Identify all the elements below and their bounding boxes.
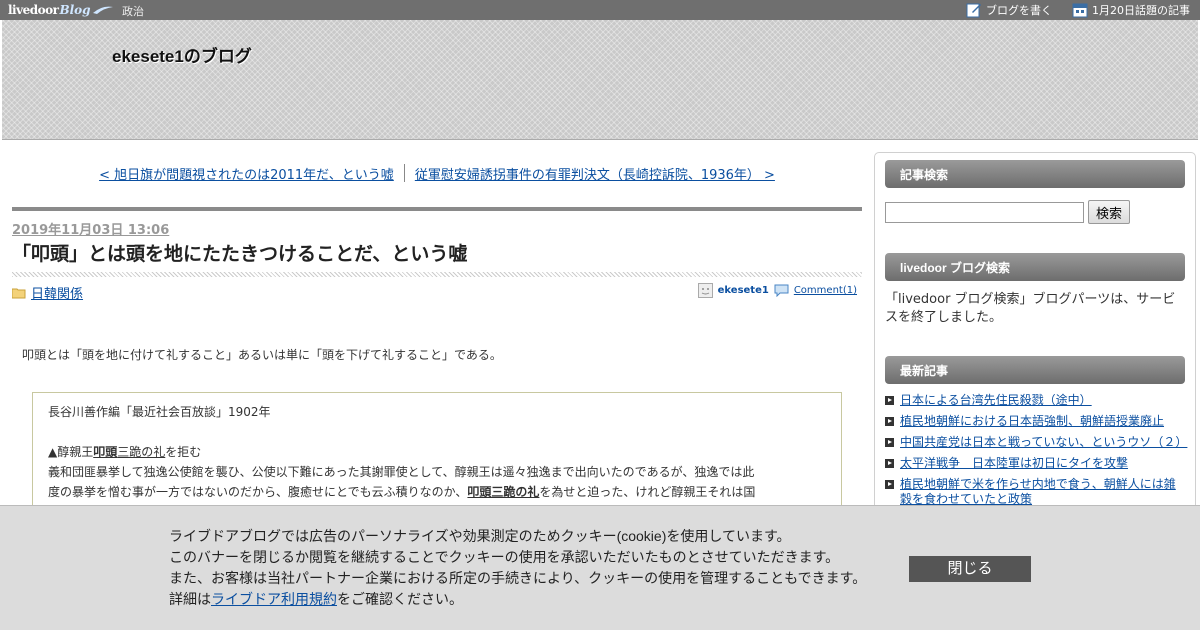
calendar-icon [1072, 3, 1088, 18]
article-date[interactable]: 2019年11月03日 13:06 [12, 219, 169, 238]
blog-title[interactable]: ekesete1のブログ [112, 42, 252, 67]
pager-divider [403, 164, 405, 182]
list-item: 植民地朝鮮で米を作らせ内地で食う、朝鮮人には雑穀を食わせていたと政策 [885, 477, 1185, 507]
arrow-bullet-icon [885, 417, 894, 426]
quote-line: ▲醇親王叩頭三跪の礼を拒む [48, 442, 826, 462]
keyword-link[interactable]: 叩頭 [93, 445, 117, 459]
article-top-rule [12, 207, 862, 211]
keyword-link[interactable]: 三跪の礼 [117, 445, 165, 459]
livedoor-search-notice: 「livedoor ブログ検索」ブログパーツは、サービスを終了しました。 [885, 292, 1176, 325]
quote-source: 長谷川善作編「最近社会百放談」1902年 [48, 405, 271, 419]
recent-article-link[interactable]: 植民地朝鮮における日本語強制、朝鮮語授業廃止 [900, 414, 1164, 429]
arrow-bullet-icon [885, 480, 894, 489]
search-button[interactable]: 検索 [1088, 200, 1130, 224]
comment-bubble-icon [774, 284, 789, 297]
blog-header: ekesete1のブログ [2, 20, 1198, 140]
topic-articles-link[interactable]: 1月20日話題の記事 [1072, 2, 1190, 18]
article-search-input[interactable] [885, 201, 1084, 223]
quote-text: を拒む [165, 445, 202, 459]
cookie-text: 詳細は [169, 591, 211, 607]
cookie-banner: ライブドアブログでは広告のパーソナライズや効果測定のためクッキー(cookie)… [0, 505, 1200, 630]
quote-text: 度の暴挙を憎む事が一方ではないのだから、腹癒せにとでも云ふ積りなのか、 [48, 485, 468, 499]
cookie-text: をご確認ください。 [337, 591, 463, 607]
write-blog-link[interactable]: ブログを書く [966, 2, 1052, 18]
prev-article-link[interactable]: < 旭日旗が問題視されたのは2011年だ、という嘘 [99, 164, 394, 183]
recent-article-link[interactable]: 植民地朝鮮で米を作らせ内地で食う、朝鮮人には雑穀を食わせていたと政策 [900, 477, 1185, 507]
author-avatar-icon [697, 283, 713, 298]
list-item: 植民地朝鮮における日本語強制、朝鮮語授業廃止 [885, 414, 1185, 429]
logo-swoosh-icon [92, 6, 113, 14]
quote-line: 義和団匪暴挙して独逸公使館を襲ひ、公使以下難にあった其謝罪使として、醇親王は遥々… [48, 465, 755, 479]
cookie-line: 詳細はライブドア利用規約をご確認ください。 [169, 589, 866, 610]
cookie-notice-text: ライブドアブログでは広告のパーソナライズや効果測定のためクッキー(cookie)… [169, 526, 866, 610]
pencil-note-icon [966, 3, 981, 18]
keyword-link[interactable]: 叩頭三跪の礼 [467, 485, 539, 499]
comments-link[interactable]: Comment(1) [794, 285, 857, 296]
article-intro: 叩頭とは「頭を地に付けて礼すること」あるいは単に「頭を下げて礼すること」である。 [22, 348, 502, 362]
recent-article-link[interactable]: 日本による台湾先住民殺戮（途中） [900, 393, 1092, 408]
recent-article-link[interactable]: 中国共産党は日本と戦っていない、というウソ（２） [900, 435, 1187, 450]
list-item: 日本による台湾先住民殺戮（途中） [885, 393, 1185, 408]
livedoor-blog-logo[interactable]: livedoor Blog [8, 1, 114, 19]
recent-articles-list: 日本による台湾先住民殺戮（途中） 植民地朝鮮における日本語強制、朝鮮語授業廃止 … [885, 393, 1187, 513]
article-search-form: 検索 [885, 200, 1130, 224]
cookie-close-button[interactable]: 閉じる [909, 556, 1031, 582]
recent-article-link[interactable]: 太平洋戦争 日本陸軍は初日にタイを攻撃 [900, 456, 1128, 471]
write-blog-label: ブログを書く [986, 4, 1052, 17]
topic-articles-label: 1月20日話題の記事 [1092, 4, 1190, 17]
list-item: 太平洋戦争 日本陸軍は初日にタイを攻撃 [885, 456, 1185, 471]
quote-line: 度の暴挙を憎む事が一方ではないのだから、腹癒せにとでも云ふ積りなのか、叩頭三跪の… [48, 482, 826, 502]
article-meta: 日韓関係 ekesete1 Comment(1) [12, 283, 862, 302]
title-divider [12, 272, 862, 277]
quote-text: ▲醇親王 [48, 445, 94, 459]
logo-blog-text: Blog [59, 3, 91, 17]
top-bar: livedoor Blog 政治 ブログを書く 1月20日話題の記事 [0, 0, 1200, 20]
article-category-link[interactable]: 日韓関係 [31, 283, 83, 302]
arrow-bullet-icon [885, 438, 894, 447]
terms-link[interactable]: ライブドア利用規約 [211, 591, 337, 607]
article-search-heading: 記事検索 [885, 160, 1185, 188]
next-article-link[interactable]: 従軍慰安婦誘拐事件の有罪判決文（長崎控訴院、1936年） > [415, 164, 775, 183]
author-name[interactable]: ekesete1 [718, 285, 769, 296]
list-item: 中国共産党は日本と戦っていない、というウソ（２） [885, 435, 1187, 450]
cookie-line: このバナーを閉じるか閲覧を継続することでクッキーの使用を承認いただいたものとさせ… [169, 549, 840, 565]
article-pager: < 旭日旗が問題視されたのは2011年だ、という嘘 従軍慰安婦誘拐事件の有罪判決… [12, 164, 862, 183]
recent-articles-heading: 最新記事 [885, 356, 1185, 384]
livedoor-search-heading: livedoor ブログ検索 [885, 253, 1185, 281]
cookie-line: ライブドアブログでは広告のパーソナライズや効果測定のためクッキー(cookie)… [169, 528, 791, 544]
logo-text: livedoor [8, 3, 59, 17]
arrow-bullet-icon [885, 459, 894, 468]
topbar-category[interactable]: 政治 [122, 3, 144, 19]
article-title: 「叩頭」とは頭を地にたたきつけることだ、という嘘 [12, 244, 468, 265]
cookie-line: また、お客様は当社パートナー企業における所定の手続きにより、クッキーの使用を管理… [169, 570, 867, 586]
quote-text: を為せと迫った、けれど醇親王それは国 [539, 485, 756, 499]
folder-icon [12, 288, 26, 298]
arrow-bullet-icon [885, 396, 894, 405]
